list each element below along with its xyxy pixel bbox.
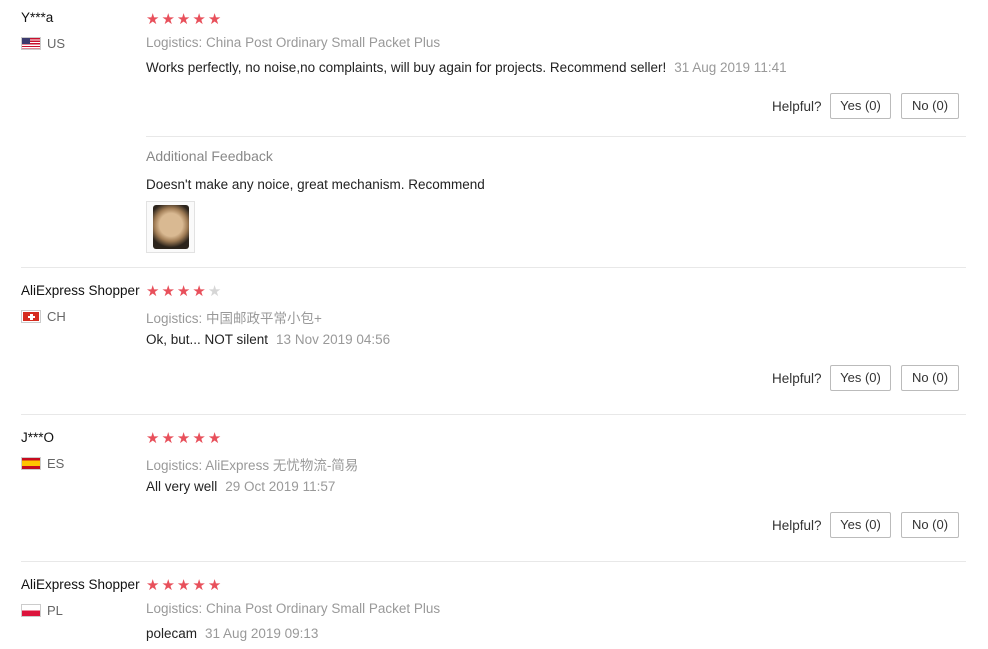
helpful-label: Helpful? — [772, 99, 822, 114]
review-content: All very well 29 Oct 2019 11:57 — [146, 479, 335, 494]
star-filled-icon: ★ — [146, 430, 160, 447]
star-filled-icon: ★ — [146, 11, 160, 28]
star-filled-icon: ★ — [161, 283, 175, 300]
logistics-value: 中国邮政平常小包+ — [206, 311, 322, 326]
additional-divider — [146, 136, 966, 137]
reviewer-name: AliExpress Shopper — [21, 577, 140, 592]
helpful-label: Helpful? — [772, 371, 822, 386]
star-empty-icon: ★ — [207, 283, 222, 300]
reviewer-name: AliExpress Shopper — [21, 283, 140, 298]
review-photo-thumbnail[interactable] — [146, 201, 195, 253]
star-filled-icon: ★ — [146, 577, 160, 594]
star-filled-icon: ★ — [207, 577, 222, 594]
star-filled-icon: ★ — [146, 283, 160, 300]
review-divider — [21, 414, 966, 415]
helpful-yes-button[interactable]: Yes (0) — [830, 512, 891, 538]
star-filled-icon: ★ — [161, 430, 175, 447]
es-flag-icon — [21, 457, 41, 470]
helpful-yes-button[interactable]: Yes (0) — [830, 365, 891, 391]
reviewer-country: CH — [21, 309, 66, 324]
review-date: 29 Oct 2019 11:57 — [225, 479, 336, 494]
review-divider — [21, 561, 966, 562]
pl-flag-icon — [21, 604, 41, 617]
logistics-label: Logistics: — [146, 601, 203, 616]
helpful-no-button[interactable]: No (0) — [901, 365, 959, 391]
product-photo — [152, 205, 189, 249]
star-filled-icon: ★ — [176, 283, 191, 300]
reviewer-name: Y***a — [21, 10, 54, 25]
star-filled-icon: ★ — [161, 11, 175, 28]
logistics-label: Logistics: — [146, 311, 203, 326]
us-flag-icon — [21, 37, 41, 50]
star-filled-icon: ★ — [207, 11, 222, 28]
country-code: US — [47, 36, 66, 51]
logistics-info: Logistics: China Post Ordinary Small Pac… — [146, 601, 440, 616]
star-filled-icon: ★ — [161, 577, 175, 594]
reviewer-country: PL — [21, 603, 63, 618]
star-rating: ★ ★ ★ ★ ★ — [146, 578, 221, 593]
review-text: polecam — [146, 626, 198, 641]
star-filled-icon: ★ — [192, 283, 206, 300]
star-filled-icon: ★ — [192, 430, 206, 447]
logistics-info: Logistics: AliExpress 无忧物流-简易 — [146, 454, 358, 474]
country-code: PL — [47, 603, 63, 618]
helpful-no-button[interactable]: No (0) — [901, 93, 959, 119]
additional-feedback-title: Additional Feedback — [146, 148, 273, 164]
country-code: CH — [47, 309, 66, 324]
logistics-value: China Post Ordinary Small Packet Plus — [206, 35, 441, 50]
ch-flag-icon — [21, 310, 41, 323]
helpful-no-button[interactable]: No (0) — [901, 512, 959, 538]
star-filled-icon: ★ — [192, 577, 206, 594]
review-date: 31 Aug 2019 09:13 — [205, 626, 319, 641]
logistics-value: China Post Ordinary Small Packet Plus — [206, 601, 441, 616]
review-date: 31 Aug 2019 11:41 — [674, 60, 787, 75]
star-filled-icon: ★ — [207, 430, 222, 447]
star-filled-icon: ★ — [176, 430, 191, 447]
logistics-info: Logistics: 中国邮政平常小包+ — [146, 307, 322, 327]
star-filled-icon: ★ — [192, 11, 206, 28]
helpful-label: Helpful? — [772, 518, 822, 533]
star-rating: ★ ★ ★ ★ ★ — [146, 431, 221, 446]
reviewer-country: ES — [21, 456, 64, 471]
star-filled-icon: ★ — [176, 577, 191, 594]
reviewer-name: J***O — [21, 430, 55, 445]
additional-feedback-text: Doesn't make any noice, great mechanism.… — [146, 177, 485, 192]
country-code: ES — [47, 456, 65, 471]
review-text: Works perfectly, no noise,no complaints,… — [146, 60, 667, 75]
helpful-yes-button[interactable]: Yes (0) — [830, 93, 891, 119]
review-text: Ok, but... NOT silent — [146, 332, 269, 347]
star-filled-icon: ★ — [176, 11, 191, 28]
reviewer-country: US — [21, 36, 65, 51]
review-content: polecam 31 Aug 2019 09:13 — [146, 626, 318, 641]
logistics-label: Logistics: — [146, 458, 203, 473]
logistics-label: Logistics: — [146, 35, 203, 50]
logistics-value: AliExpress 无忧物流-简易 — [205, 458, 359, 473]
review-content: Ok, but... NOT silent 13 Nov 2019 04:56 — [146, 332, 390, 347]
review-divider — [21, 267, 966, 268]
star-rating: ★ ★ ★ ★ ★ — [146, 284, 221, 299]
review-text: All very well — [146, 479, 218, 494]
logistics-info: Logistics: China Post Ordinary Small Pac… — [146, 35, 440, 50]
review-content: Works perfectly, no noise,no complaints,… — [146, 60, 787, 75]
star-rating: ★ ★ ★ ★ ★ — [146, 12, 221, 27]
review-date: 13 Nov 2019 04:56 — [276, 332, 391, 347]
